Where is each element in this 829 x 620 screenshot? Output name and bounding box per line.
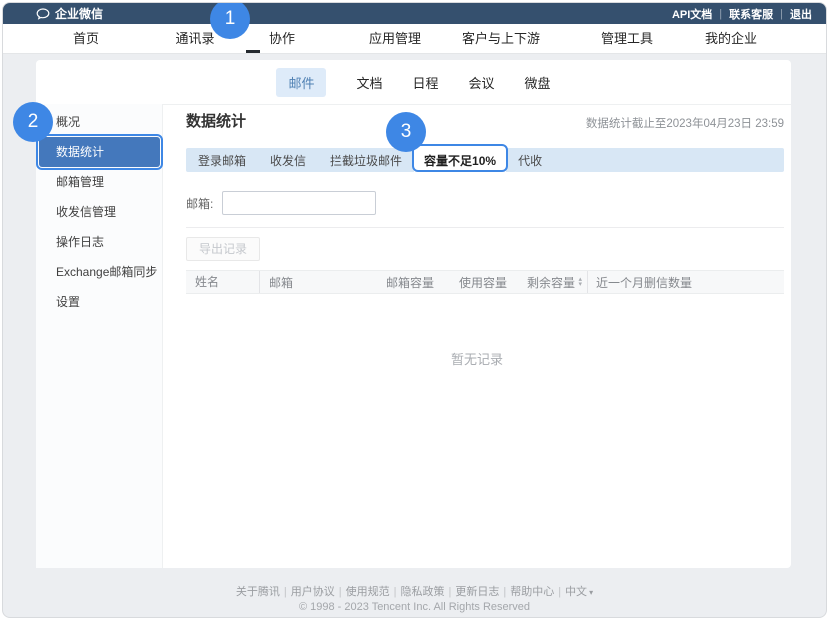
topbar: 企业微信 API文档 | 联系客服 | 退出 (3, 3, 826, 24)
api-docs-link[interactable]: API文档 (672, 6, 712, 22)
nav-item-home[interactable]: 首页 (73, 24, 99, 53)
separator: | (394, 586, 397, 598)
sidebar-item-settings[interactable]: 设置 (39, 287, 160, 317)
subtab-schedule[interactable]: 日程 (412, 73, 438, 92)
logout-link[interactable]: 退出 (790, 6, 812, 22)
separator: | (558, 586, 561, 598)
screenshot-canvas: 企业微信 API文档 | 联系客服 | 退出 首页 通讯录 协作 应用管理 客户… (0, 0, 829, 620)
footer-link-privacy-policy[interactable]: 隐私政策 (400, 586, 444, 598)
divider (186, 227, 784, 228)
footer-link-about-tencent[interactable]: 关于腾讯 (236, 586, 280, 598)
data-stats-main: 数据统计 数据统计截止至2023年04月23日 23:59 登录邮箱 收发信 拦… (163, 104, 791, 568)
sidebar-item-exchange-sync[interactable]: Exchange邮箱同步 (39, 257, 160, 287)
nav-item-apps[interactable]: 应用管理 (369, 24, 421, 53)
separator: | (719, 8, 722, 20)
separator: | (284, 586, 287, 598)
subtab-mail[interactable]: 邮件 (276, 68, 326, 97)
contact-support-link[interactable]: 联系客服 (729, 6, 773, 22)
nav-item-customers[interactable]: 客户与上下游 (462, 24, 540, 53)
separator: | (780, 8, 783, 20)
footer-link-usage-rules[interactable]: 使用规范 (346, 586, 390, 598)
sidebar-item-overview[interactable]: 概况 (39, 107, 160, 137)
copyright-text: © 1998 - 2023 Tencent Inc. All Rights Re… (3, 601, 826, 613)
collaboration-subtabs: 邮件 文档 日程 会议 微盘 (36, 60, 791, 105)
column-header-used: 使用容量 (450, 274, 518, 291)
annotation-step-3: 3 (386, 112, 426, 152)
stats-tabbar: 登录邮箱 收发信 拦截垃圾邮件 容量不足10% 代收 (186, 148, 784, 172)
tab-delegated-collect[interactable]: 代收 (506, 148, 554, 172)
mail-admin-panel: 概况 数据统计 邮箱管理 收发信管理 操作日志 Exchange邮箱同步 设置 … (36, 104, 791, 568)
topbar-links: API文档 | 联系客服 | 退出 (672, 3, 812, 24)
column-header-remaining: 剩余容量 ▴▾ (518, 271, 588, 293)
sidebar-item-label: 数据统计 (56, 145, 104, 159)
language-label: 中文 (565, 586, 587, 598)
subtab-meeting[interactable]: 会议 (469, 73, 495, 92)
column-header-label: 剩余容量 (527, 274, 575, 291)
column-header-deleted-month: 近一个月删信数量 (588, 274, 784, 291)
subtab-drive[interactable]: 微盘 (525, 73, 551, 92)
tab-label: 容量不足10% (424, 152, 496, 169)
separator: | (503, 586, 506, 598)
footer-link-changelog[interactable]: 更新日志 (455, 586, 499, 598)
nav-item-contacts[interactable]: 通讯录 (175, 24, 214, 53)
main-navbar: 首页 通讯录 协作 应用管理 客户与上下游 管理工具 我的企业 (3, 24, 826, 54)
separator: | (339, 586, 342, 598)
footer-links: 关于腾讯|用户协议|使用规范|隐私政策|更新日志|帮助中心|中文▾ (3, 583, 826, 599)
nav-item-admin-tools[interactable]: 管理工具 (601, 24, 653, 53)
sort-icon[interactable]: ▴▾ (578, 277, 582, 287)
column-header-name: 姓名 (186, 271, 260, 293)
subtab-docs[interactable]: 文档 (356, 73, 382, 92)
nav-item-collaboration[interactable]: 协作 (269, 24, 295, 53)
chat-bubble-icon (36, 8, 50, 20)
export-records-button[interactable]: 导出记录 (186, 237, 260, 261)
sidebar-item-send-receive-management[interactable]: 收发信管理 (39, 197, 160, 227)
sidebar-item-operation-log[interactable]: 操作日志 (39, 227, 160, 257)
empty-state-text: 暂无记录 (163, 349, 791, 368)
nav-item-my-company[interactable]: 我的企业 (705, 24, 757, 53)
language-selector[interactable]: 中文▾ (565, 586, 593, 598)
sidebar-item-data-stats[interactable]: 数据统计 (39, 137, 160, 167)
active-nav-indicator (246, 50, 260, 53)
tab-send-receive[interactable]: 收发信 (258, 148, 318, 172)
separator: | (448, 586, 451, 598)
footer-link-user-agreement[interactable]: 用户协议 (291, 586, 335, 598)
column-header-capacity: 邮箱容量 (377, 274, 450, 291)
tab-spam-intercepted[interactable]: 拦截垃圾邮件 (318, 148, 414, 172)
sidebar-item-mailbox-management[interactable]: 邮箱管理 (39, 167, 160, 197)
footer-link-help-center[interactable]: 帮助中心 (510, 586, 554, 598)
tab-capacity-low[interactable]: 容量不足10% (414, 148, 506, 172)
page-title: 数据统计 (186, 110, 246, 131)
stats-cutoff-note: 数据统计截止至2023年04月23日 23:59 (586, 115, 784, 131)
annotation-step-2: 2 (13, 102, 53, 142)
app-window: 企业微信 API文档 | 联系客服 | 退出 首页 通讯录 协作 应用管理 客户… (2, 2, 827, 618)
wecom-logo: 企业微信 (36, 3, 103, 24)
mailbox-field-label: 邮箱: (186, 195, 213, 213)
column-header-mailbox: 邮箱 (260, 274, 377, 291)
table-header-row: 姓名 邮箱 邮箱容量 使用容量 剩余容量 ▴▾ 近一个月删信数量 (186, 270, 784, 294)
caret-down-icon: ▾ (589, 588, 593, 597)
sidebar: 概况 数据统计 邮箱管理 收发信管理 操作日志 Exchange邮箱同步 设置 (36, 104, 163, 568)
mailbox-input[interactable] (222, 191, 376, 215)
logo-text: 企业微信 (55, 5, 103, 22)
tab-login-mailbox[interactable]: 登录邮箱 (186, 148, 258, 172)
